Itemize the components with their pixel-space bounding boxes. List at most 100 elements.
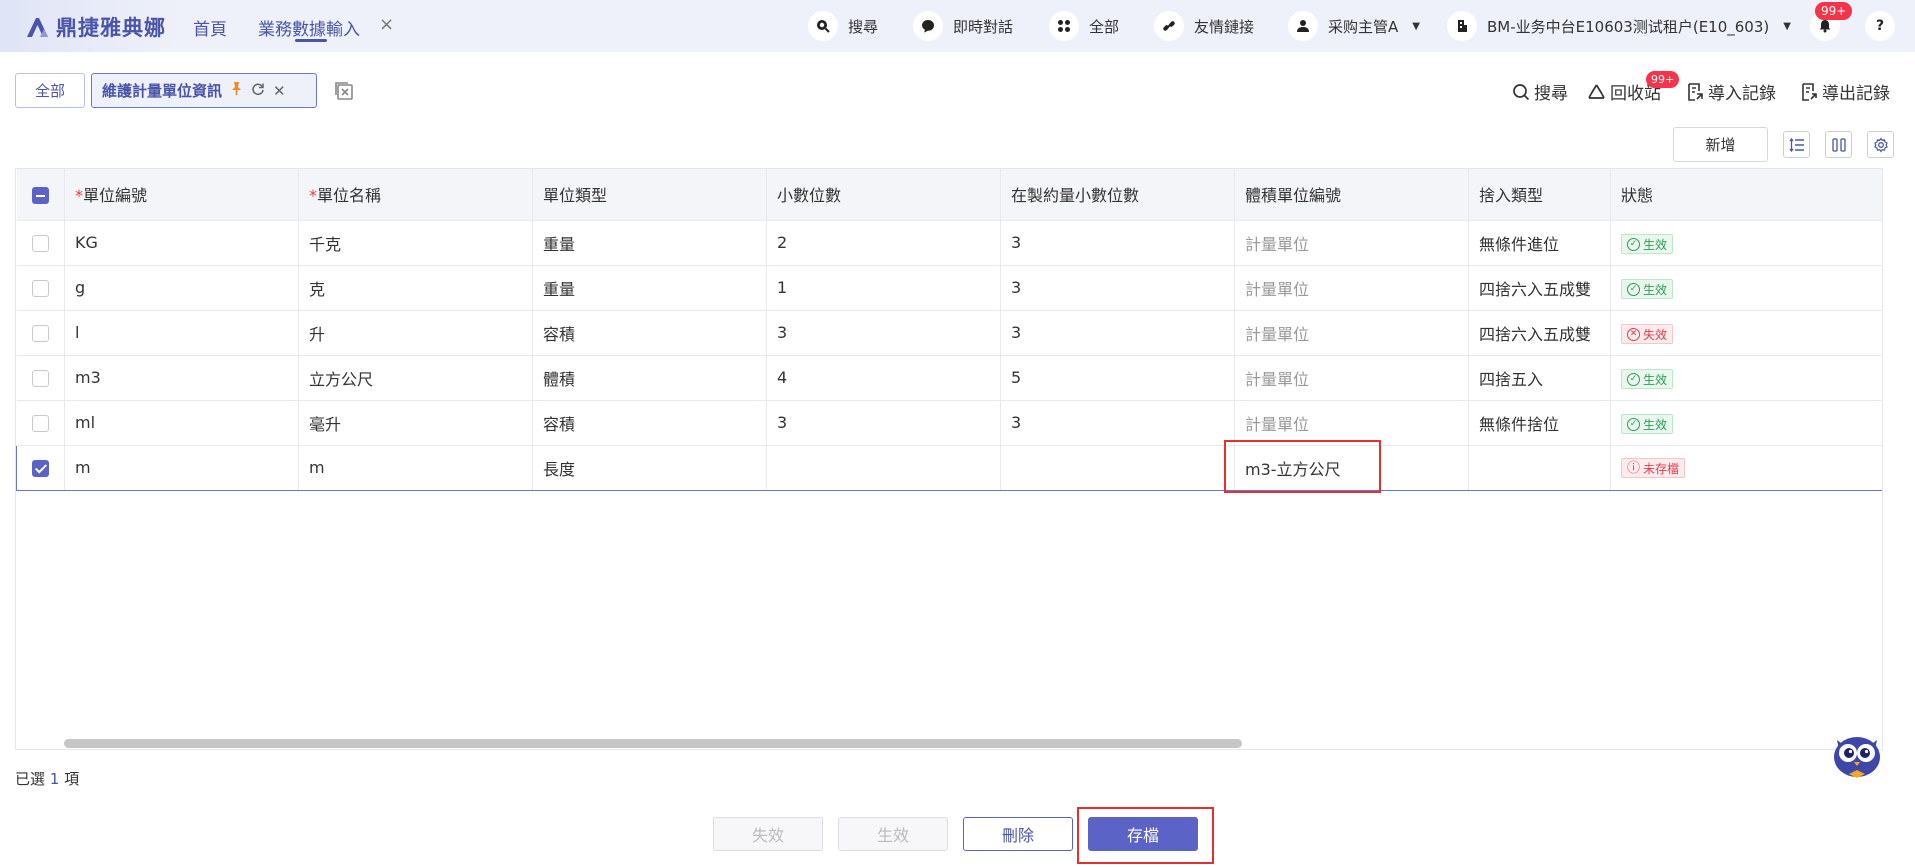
select-all-cell[interactable] <box>16 169 65 221</box>
cell-volume-unit[interactable]: 計量單位 <box>1234 310 1469 356</box>
cell-rounding[interactable]: 四捨六入五成雙 <box>1468 265 1611 311</box>
close-all-tabs-icon[interactable] <box>334 81 354 101</box>
header-status[interactable]: 狀態 <box>1610 169 1882 221</box>
help-button[interactable]: ? <box>1865 11 1895 41</box>
header-volume-unit[interactable]: 體積單位編號 <box>1234 169 1469 221</box>
cell-unit-code[interactable]: ml <box>64 400 299 446</box>
disable-button[interactable]: 失效 <box>713 817 823 851</box>
cell-unit-name[interactable]: 克 <box>298 265 533 311</box>
table-row[interactable]: ml 毫升 容積 3 3 計量單位 無條件捨位 ✓ 生效 <box>16 400 1882 446</box>
cell-unit-type[interactable]: 重量 <box>532 220 767 266</box>
settings-button[interactable] <box>1867 131 1894 158</box>
assistant-owl-icon[interactable] <box>1829 724 1885 780</box>
pin-icon[interactable] <box>230 81 243 100</box>
table-row[interactable]: g 克重量 1 3 計量單位 四捨六入五成雙 ✓ 生效 <box>16 265 1882 311</box>
cell-decimals[interactable]: 1 <box>766 265 1001 311</box>
header-wip-decimals[interactable]: 在製約量小數位數 <box>1000 169 1235 221</box>
cell-decimals[interactable]: 4 <box>766 355 1001 401</box>
cell-rounding[interactable]: 無條件捨位 <box>1468 400 1611 446</box>
cell-unit-type[interactable]: 體積 <box>532 355 767 401</box>
column-settings-button[interactable] <box>1825 131 1852 158</box>
cell-unit-type[interactable]: 容積 <box>532 400 767 446</box>
row-checkbox[interactable] <box>31 415 49 432</box>
row-select-cell[interactable] <box>16 400 65 446</box>
header-unit-type[interactable]: 單位類型 <box>532 169 767 221</box>
header-unit-code[interactable]: *單位編號 <box>64 169 299 221</box>
header-decimals[interactable]: 小數位數 <box>766 169 1001 221</box>
cell-unit-code[interactable]: g <box>64 265 299 311</box>
cell-decimals[interactable] <box>766 444 1001 491</box>
nav-tab-close-icon[interactable]: × <box>379 14 394 35</box>
cell-wip-decimals[interactable]: 3 <box>1000 400 1235 446</box>
cell-decimals[interactable]: 3 <box>766 310 1001 356</box>
table-row[interactable]: m m 長度 m3-立方公尺 ⓘ 未存檔 <box>16 444 1882 491</box>
cell-wip-decimals[interactable]: 3 <box>1000 220 1235 266</box>
logo[interactable]: 鼎捷雅典娜 <box>24 12 166 42</box>
table-row[interactable]: l 升容積 3 3 計量單位 四捨六入五成雙 ✕ 失效 <box>16 310 1882 356</box>
add-button[interactable]: 新增 <box>1673 127 1768 162</box>
delete-button[interactable]: 刪除 <box>963 817 1073 851</box>
row-select-cell[interactable] <box>16 310 65 356</box>
topbar-chat[interactable]: 即時對話 <box>913 11 1013 41</box>
cell-wip-decimals[interactable]: 3 <box>1000 310 1235 356</box>
import-records-tool[interactable]: 導入記錄 <box>1686 79 1776 104</box>
refresh-icon[interactable] <box>251 82 265 100</box>
cell-unit-type[interactable]: 重量 <box>532 265 767 311</box>
header-rounding[interactable]: 捨入類型 <box>1468 169 1611 221</box>
cell-rounding[interactable]: 四捨五入 <box>1468 355 1611 401</box>
header-unit-name[interactable]: *單位名稱 <box>298 169 533 221</box>
tab-maintain-units[interactable]: 維護計量單位資訊 ✕ <box>91 73 317 108</box>
cell-decimals[interactable]: 2 <box>766 220 1001 266</box>
cell-wip-decimals[interactable] <box>1000 444 1235 491</box>
cell-unit-name[interactable]: 毫升 <box>298 400 533 446</box>
row-select-cell[interactable] <box>16 220 65 266</box>
select-all-checkbox[interactable] <box>31 186 49 204</box>
cell-unit-name[interactable]: 千克 <box>298 220 533 266</box>
row-select-cell[interactable] <box>16 444 65 491</box>
topbar-user-menu[interactable]: 采购主管A ▼ <box>1288 11 1420 41</box>
row-checkbox[interactable] <box>32 460 49 477</box>
status-badge: ✕ 失效 <box>1621 324 1674 345</box>
table-row[interactable]: KG 千克 重量 2 3 計量單位 無條件進位 ✓ 生效 <box>16 220 1882 266</box>
cell-unit-name[interactable]: 升 <box>298 310 533 356</box>
tab-all[interactable]: 全部 <box>15 73 85 108</box>
row-checkbox[interactable] <box>31 280 49 297</box>
topbar-all[interactable]: 全部 <box>1049 11 1119 41</box>
export-records-tool[interactable]: 導出記錄 <box>1800 79 1890 104</box>
row-select-cell[interactable] <box>16 355 65 401</box>
cell-volume-unit[interactable]: 計量單位 <box>1234 265 1469 311</box>
cell-unit-type[interactable]: 容積 <box>532 310 767 356</box>
cell-rounding[interactable]: 四捨六入五成雙 <box>1468 310 1611 356</box>
cell-rounding[interactable] <box>1468 444 1611 491</box>
cell-wip-decimals[interactable]: 5 <box>1000 355 1235 401</box>
topbar-search[interactable]: 搜尋 <box>808 11 878 41</box>
cell-decimals[interactable]: 3 <box>766 400 1001 446</box>
nav-tab-business-data[interactable]: 業務數據輸入 <box>258 15 360 40</box>
nav-home[interactable]: 首頁 <box>193 15 227 40</box>
cell-rounding[interactable]: 無條件進位 <box>1468 220 1611 266</box>
cell-unit-name[interactable]: m <box>298 444 533 491</box>
row-height-button[interactable] <box>1783 131 1810 158</box>
row-checkbox[interactable] <box>31 325 49 342</box>
row-checkbox[interactable] <box>31 235 49 252</box>
search-tool[interactable]: 搜尋 <box>1512 79 1568 104</box>
cell-volume-unit[interactable]: 計量單位 <box>1234 220 1469 266</box>
horizontal-scrollbar[interactable] <box>64 739 1242 748</box>
cell-unit-name[interactable]: 立方公尺 <box>298 355 533 401</box>
cell-unit-code[interactable]: l <box>64 310 299 356</box>
cell-unit-code[interactable]: m3 <box>64 355 299 401</box>
cell-unit-type[interactable]: 長度 <box>532 444 767 491</box>
topbar-links[interactable]: 友情鏈接 <box>1154 11 1254 41</box>
enable-button[interactable]: 生效 <box>838 817 948 851</box>
topbar-tenant-menu[interactable]: BM-业务中台E10603测试租户(E10_603) ▼ <box>1447 11 1791 41</box>
close-tab-icon[interactable]: ✕ <box>273 82 286 100</box>
cell-wip-decimals[interactable]: 3 <box>1000 265 1235 311</box>
save-button[interactable]: 存檔 <box>1088 817 1198 851</box>
row-select-cell[interactable] <box>16 265 65 311</box>
cell-unit-code[interactable]: m <box>64 444 299 491</box>
row-checkbox[interactable] <box>31 370 49 387</box>
cell-volume-unit[interactable]: 計量單位 <box>1234 400 1469 446</box>
table-row[interactable]: m3 立方公尺 體積 4 5 計量單位 四捨五入 ✓ 生效 <box>16 355 1882 401</box>
cell-volume-unit[interactable]: 計量單位 <box>1234 355 1469 401</box>
cell-unit-code[interactable]: KG <box>64 220 299 266</box>
